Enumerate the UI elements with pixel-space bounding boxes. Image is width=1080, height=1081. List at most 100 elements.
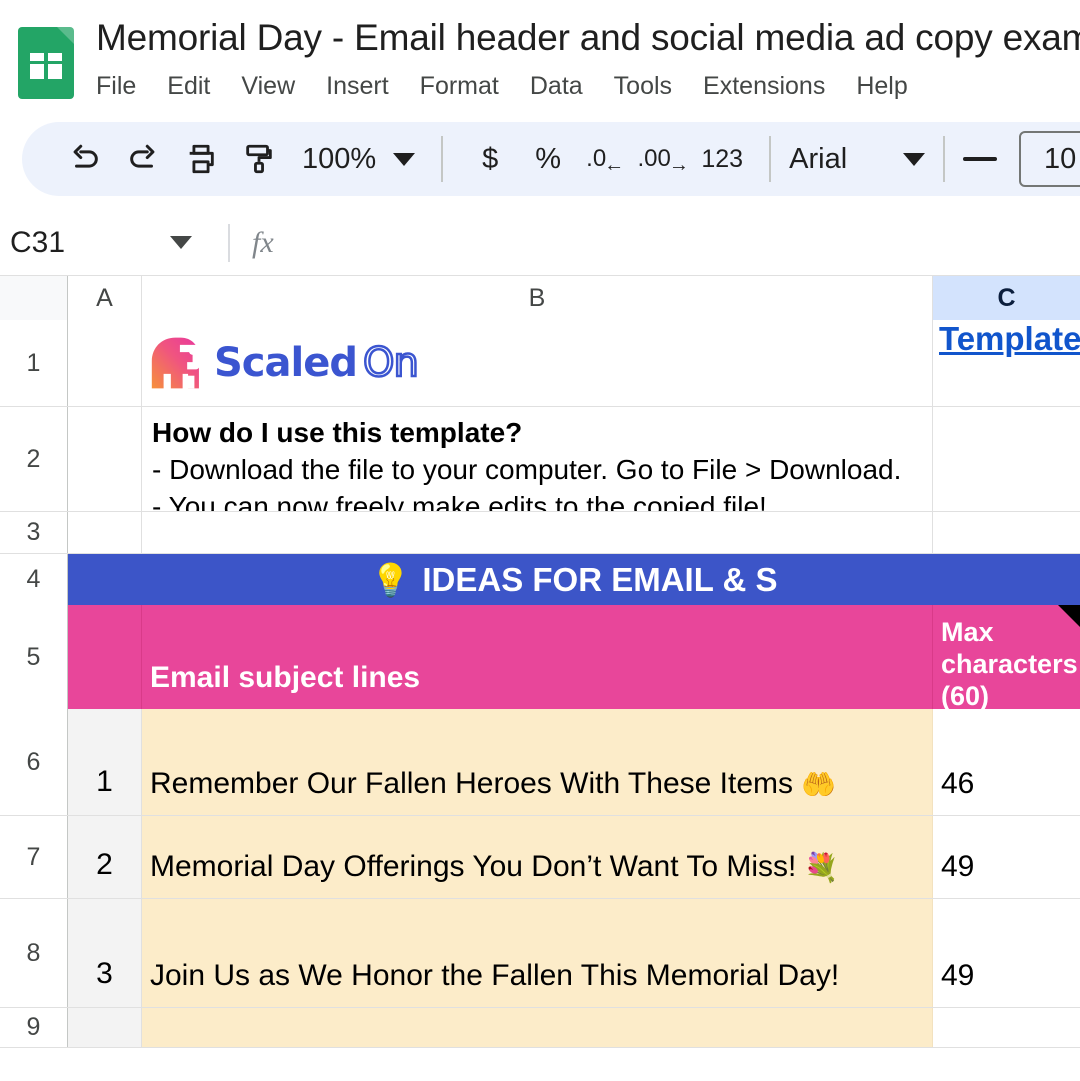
cell-b9[interactable]	[142, 1008, 933, 1047]
cell-a2[interactable]	[68, 407, 142, 511]
title-bar: Memorial Day - Email header and social m…	[0, 0, 1080, 118]
decrease-font-size-button[interactable]	[963, 157, 997, 161]
cell-a6[interactable]: 1	[68, 709, 142, 815]
subject-line-3: Join Us as We Honor the Fallen This Memo…	[142, 899, 932, 1007]
font-name-selector[interactable]: Arial	[789, 143, 847, 176]
number-format-button[interactable]: 123	[693, 130, 751, 188]
menu-item-tools[interactable]: Tools	[614, 72, 672, 101]
row-header-2[interactable]: 2	[0, 407, 68, 511]
row-header-7[interactable]: 7	[0, 816, 68, 898]
cell-c8[interactable]: 49	[933, 899, 1080, 1007]
row-header-1[interactable]: 1	[0, 320, 68, 406]
cell-a1[interactable]	[68, 320, 142, 406]
row-header-9[interactable]: 9	[0, 1008, 68, 1047]
table-row: 2 How do I use this template? - Download…	[0, 407, 1080, 512]
cell-banner-ideas[interactable]: 💡 IDEAS FOR EMAIL & S	[68, 554, 1080, 605]
menu-item-data[interactable]: Data	[530, 72, 583, 101]
logo-word-outline: On	[363, 340, 418, 386]
undo-icon[interactable]	[56, 130, 114, 188]
cell-c7[interactable]: 49	[933, 816, 1080, 898]
row-header-5[interactable]: 5	[0, 605, 68, 709]
cell-b7[interactable]: Memorial Day Offerings You Don’t Want To…	[142, 816, 933, 898]
lightbulb-icon: 💡	[371, 561, 411, 599]
name-box[interactable]: C31	[0, 226, 170, 260]
column-header-b[interactable]: B	[142, 276, 933, 320]
document-title[interactable]: Memorial Day - Email header and social m…	[96, 17, 1080, 59]
howto-heading: How do I use this template?	[152, 417, 522, 448]
cell-c2[interactable]	[933, 407, 1080, 511]
menu-item-view[interactable]: View	[241, 72, 295, 101]
font-size-input[interactable]: 10	[1019, 131, 1080, 187]
cell-a3[interactable]	[68, 512, 142, 553]
menu-item-help[interactable]: Help	[856, 72, 907, 101]
print-icon[interactable]	[172, 130, 230, 188]
subject-index-1: 1	[68, 709, 141, 815]
zoom-value: 100%	[302, 143, 376, 176]
subject-line-1: Remember Our Fallen Heroes With These It…	[142, 709, 932, 815]
cell-note-indicator-icon[interactable]	[1058, 605, 1080, 627]
howto-line-1: - Download the file to your computer. Go…	[152, 454, 901, 485]
cell-c3[interactable]	[933, 512, 1080, 553]
cell-a5[interactable]	[68, 605, 142, 709]
increase-decimal-button[interactable]: .00→	[635, 130, 693, 188]
toolbar-divider	[441, 136, 443, 182]
elephant-logo-icon	[150, 335, 208, 391]
cell-c9[interactable]	[933, 1008, 1080, 1047]
cell-b8[interactable]: Join Us as We Honor the Fallen This Memo…	[142, 899, 933, 1007]
cell-b1[interactable]: Scaled On	[142, 320, 933, 406]
cell-a7[interactable]: 2	[68, 816, 142, 898]
cell-b3[interactable]	[142, 512, 933, 553]
subject-line-1-text: Remember Our Fallen Heroes With These It…	[150, 767, 793, 801]
column-header-a[interactable]: A	[68, 276, 142, 320]
percent-format-button[interactable]: %	[519, 130, 577, 188]
toolbar: 100% $ % .0← .00→ 123 Arial 10	[22, 122, 1080, 196]
table-row: 1	[0, 320, 1080, 407]
formula-bar: C31 fx	[0, 210, 1080, 276]
chevron-down-icon	[393, 153, 415, 166]
fx-icon[interactable]: fx	[252, 226, 274, 260]
redo-icon[interactable]	[114, 130, 172, 188]
subject-line-2-text: Memorial Day Offerings You Don’t Want To…	[150, 850, 796, 884]
row-header-4[interactable]: 4	[0, 554, 68, 605]
row-header-8[interactable]: 8	[0, 899, 68, 1007]
cell-c1[interactable]: Template	[933, 320, 1080, 406]
spreadsheet-grid: A B C 1	[0, 276, 1080, 1081]
zoom-selector[interactable]: 100%	[302, 143, 415, 176]
palms-up-icon: 🤲	[801, 768, 836, 801]
header-email-subject-lines: Email subject lines	[142, 605, 932, 709]
toolbar-divider-3	[943, 136, 945, 182]
row-header-3[interactable]: 3	[0, 512, 68, 553]
cell-b2[interactable]: How do I use this template? - Download t…	[142, 407, 933, 511]
table-row: 7 2 Memorial Day Offerings You Don’t Wan…	[0, 816, 1080, 899]
menu-item-edit[interactable]: Edit	[167, 72, 210, 101]
menu-item-file[interactable]: File	[96, 72, 136, 101]
howto-block: How do I use this template? - Download t…	[142, 407, 932, 511]
table-row: 4 💡 IDEAS FOR EMAIL & S	[0, 554, 1080, 605]
paint-format-icon[interactable]	[230, 130, 288, 188]
table-row: 3	[0, 512, 1080, 554]
column-header-row: A B C	[0, 276, 1080, 320]
menu-item-extensions[interactable]: Extensions	[703, 72, 825, 101]
cell-a9[interactable]	[68, 1008, 142, 1047]
column-header-c[interactable]: C	[933, 276, 1080, 320]
menu-item-format[interactable]: Format	[420, 72, 499, 101]
row-header-6[interactable]: 6	[0, 709, 68, 815]
decrease-decimal-button[interactable]: .0←	[577, 130, 635, 188]
menu-item-insert[interactable]: Insert	[326, 72, 389, 101]
cell-a8[interactable]: 3	[68, 899, 142, 1007]
template-link[interactable]: Template	[933, 320, 1080, 358]
table-row: 9	[0, 1008, 1080, 1048]
cell-b6[interactable]: Remember Our Fallen Heroes With These It…	[142, 709, 933, 815]
bouquet-icon: 💐	[804, 851, 839, 884]
char-count-1: 46	[933, 709, 1080, 815]
font-chevron-down-icon[interactable]	[903, 153, 925, 166]
cell-c6[interactable]: 46	[933, 709, 1080, 815]
currency-format-button[interactable]: $	[461, 130, 519, 188]
select-all-corner[interactable]	[0, 276, 68, 320]
name-box-chevron-down-icon[interactable]	[170, 236, 192, 249]
char-count-3: 49	[933, 899, 1080, 1007]
cell-b5[interactable]: Email subject lines	[142, 605, 933, 709]
table-row: 5 Email subject lines Max characters (60…	[0, 605, 1080, 709]
scaledon-logo: Scaled On	[150, 335, 418, 391]
cell-c5[interactable]: Max characters (60)	[933, 605, 1080, 709]
